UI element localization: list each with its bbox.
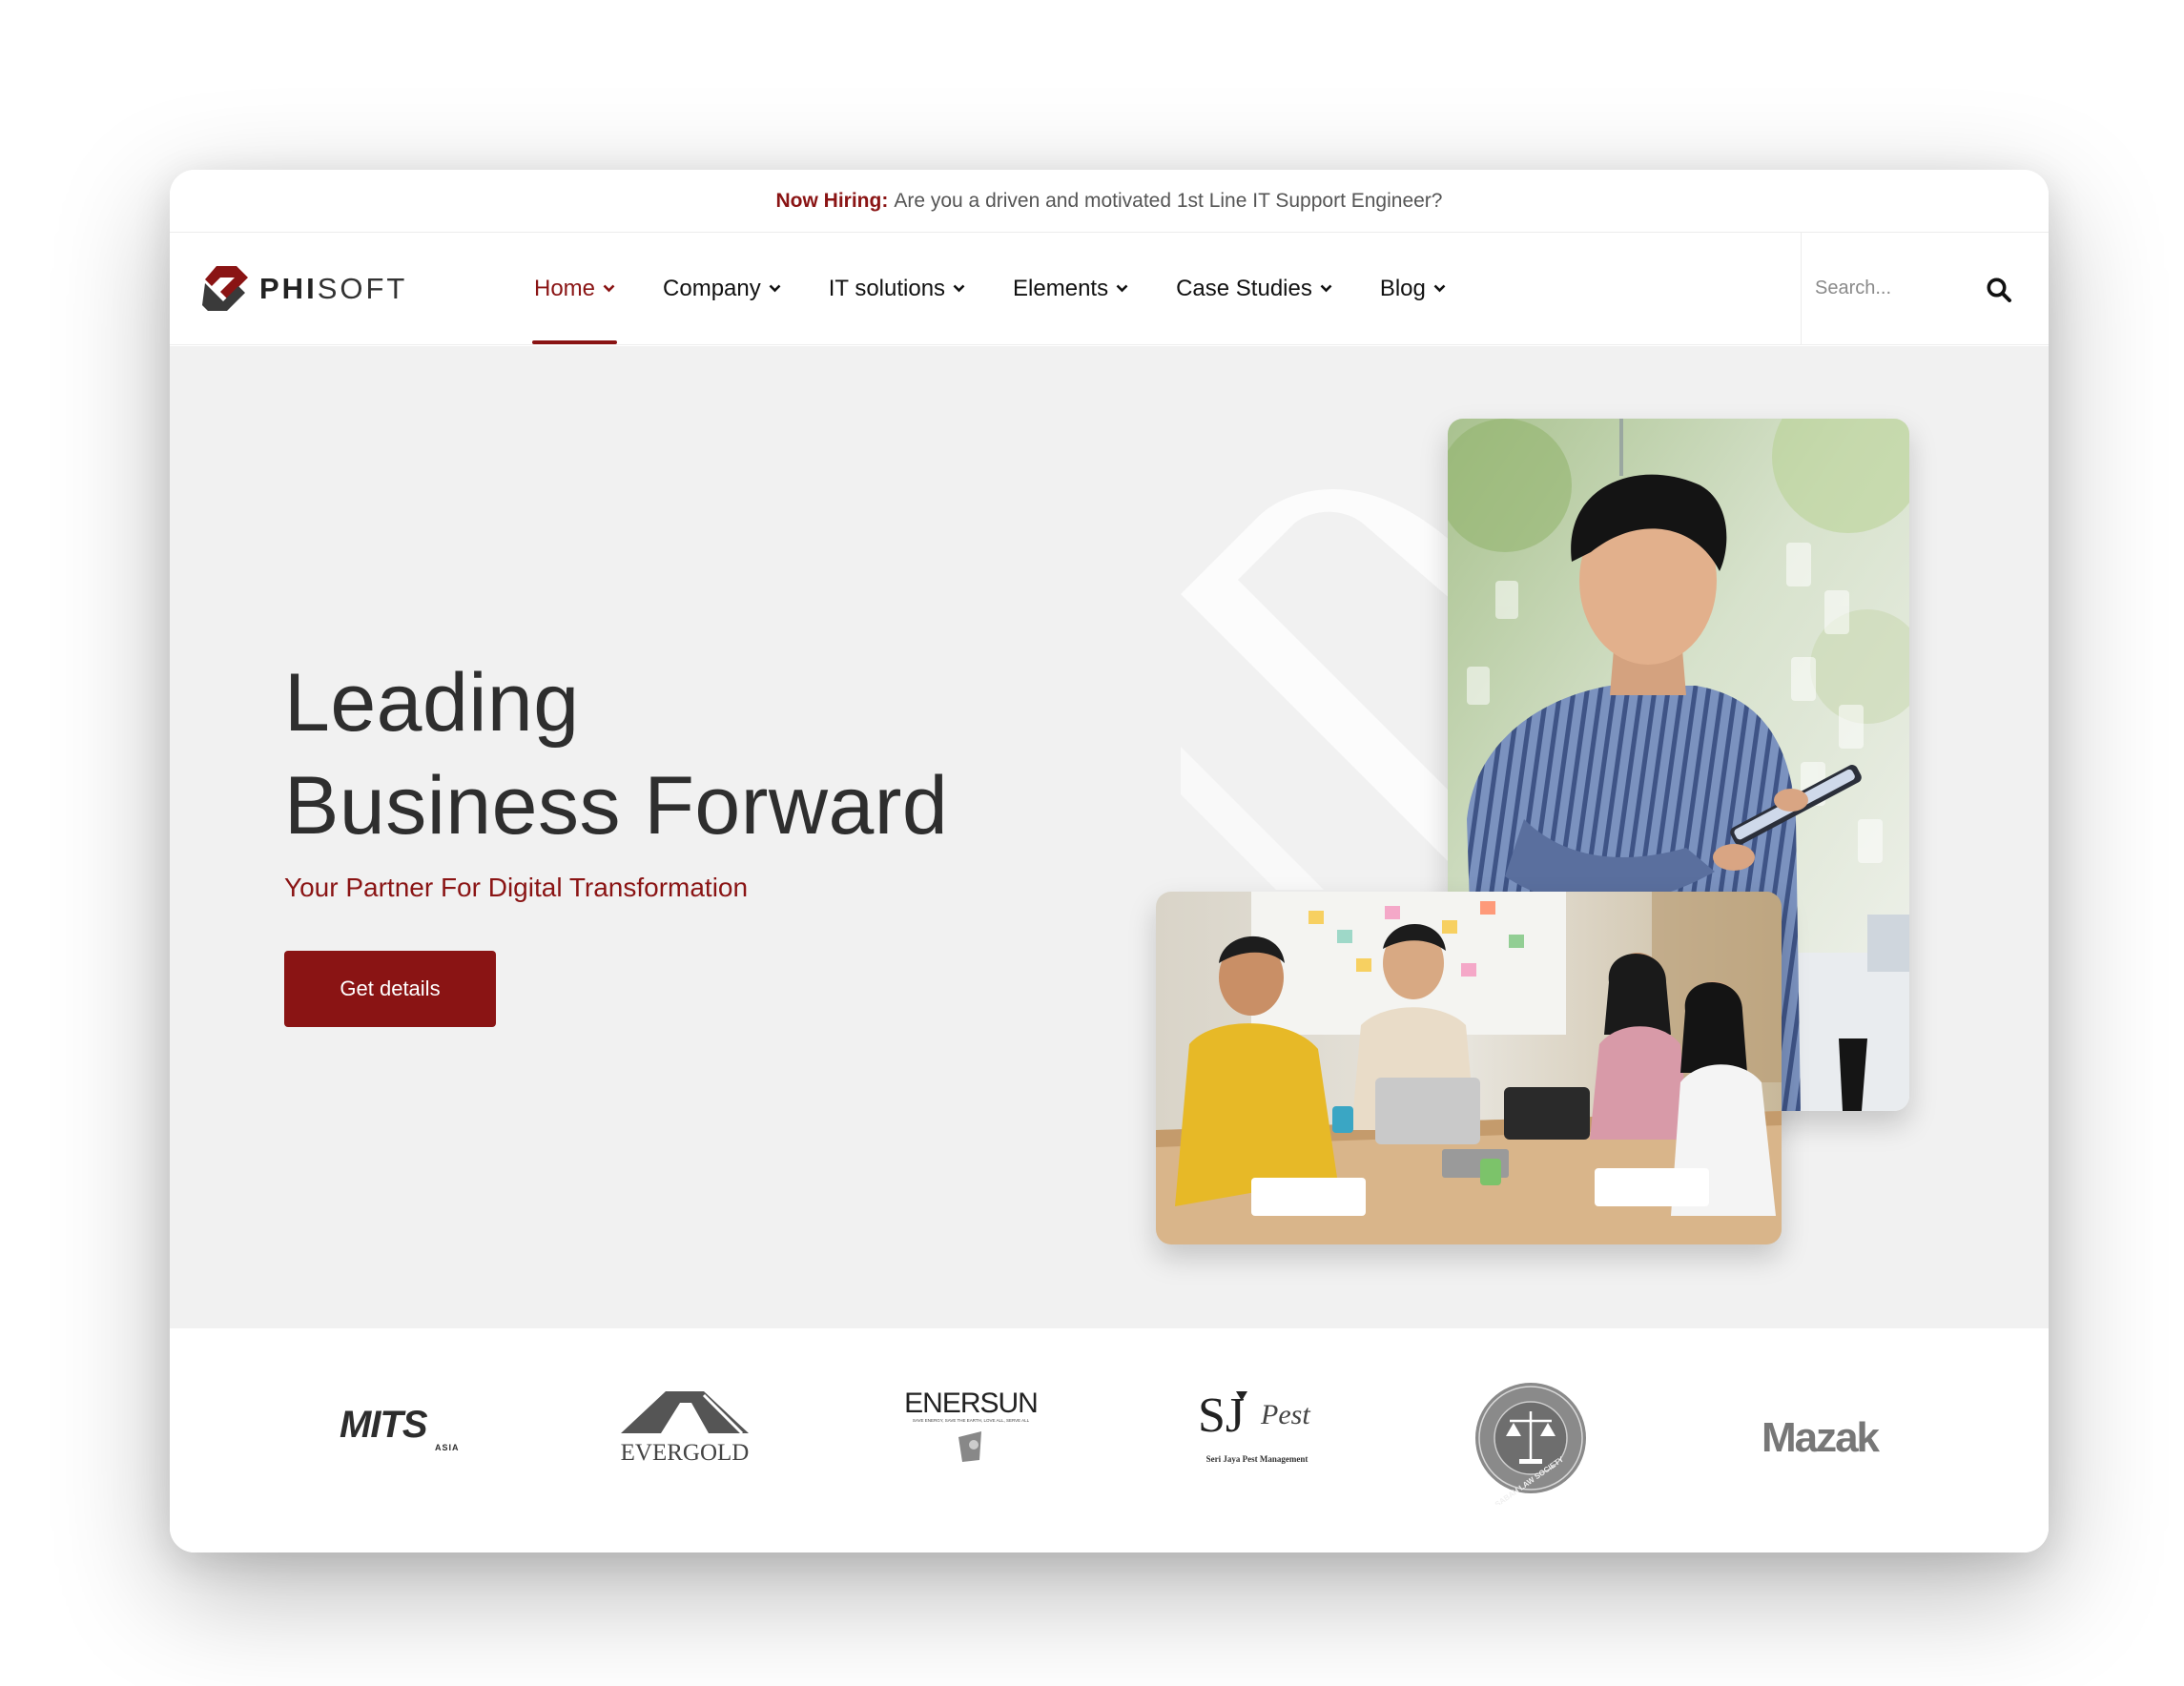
nav-it-solutions[interactable]: IT solutions xyxy=(829,233,965,344)
client-logo-mazak: Mazak xyxy=(1739,1409,1901,1467)
browser-page: Now Hiring: Are you a driven and motivat… xyxy=(170,170,2049,1552)
primary-menu: Home Company IT solutions Elements Case … xyxy=(531,233,1494,344)
client-logo-evergold: EVERGOLD xyxy=(613,1386,756,1466)
search-input[interactable] xyxy=(1815,278,1977,299)
svg-text:MITS: MITS xyxy=(340,1404,428,1446)
search-icon[interactable] xyxy=(1986,277,2012,303)
nav-home[interactable]: Home xyxy=(531,233,618,344)
chevron-down-icon xyxy=(603,284,615,293)
chevron-down-icon xyxy=(953,284,965,293)
hiring-lead: Now Hiring: xyxy=(775,189,889,212)
svg-text:Pest: Pest xyxy=(1260,1399,1310,1430)
phisoft-logo-icon xyxy=(202,265,248,311)
chevron-down-icon xyxy=(769,284,781,293)
nav-elements[interactable]: Elements xyxy=(1013,233,1128,344)
site-logo[interactable]: PHISOFT xyxy=(200,262,505,316)
nav-elements-label: Elements xyxy=(1013,275,1109,301)
svg-text:EVERGOLD: EVERGOLD xyxy=(621,1440,750,1466)
search-box xyxy=(1801,233,2049,344)
nav-home-label: Home xyxy=(534,275,596,301)
hero-title-line2: Business Forward xyxy=(284,760,949,852)
nav-company-label: Company xyxy=(663,275,761,301)
client-logo-mits: MITS ASIA xyxy=(332,1395,475,1462)
hero-title: Leading Business Forward xyxy=(284,651,948,857)
nav-case-studies[interactable]: Case Studies xyxy=(1176,233,1332,344)
nav-company[interactable]: Company xyxy=(663,233,781,344)
chevron-down-icon xyxy=(1116,284,1128,293)
hiring-message: Are you a driven and motivated 1st Line … xyxy=(894,189,1443,212)
client-logo-sj-pest: SJ Pest Seri Jaya Pest Management xyxy=(1181,1386,1333,1471)
chevron-down-icon xyxy=(1433,284,1446,293)
svg-text:SAVE ENERGY, SAVE THE EARTH, L: SAVE ENERGY, SAVE THE EARTH, LOVE ALL, S… xyxy=(913,1418,1030,1423)
nav-it-solutions-label: IT solutions xyxy=(828,275,946,301)
hero-title-line1: Leading xyxy=(284,657,580,749)
svg-text:ASIA: ASIA xyxy=(435,1443,460,1452)
svg-text:SJ: SJ xyxy=(1198,1388,1245,1443)
svg-text:Mazak: Mazak xyxy=(1762,1414,1881,1461)
get-details-button[interactable]: Get details xyxy=(284,951,496,1027)
hero-subtitle: Your Partner For Digital Transformation xyxy=(284,873,749,902)
chevron-down-icon xyxy=(1320,284,1332,293)
svg-text:ENERSUN: ENERSUN xyxy=(904,1388,1038,1419)
nav-blog-label: Blog xyxy=(1379,275,1426,301)
client-logos-strip: MITS ASIA EVERGOLD ENERSUN SAVE ENERGY, … xyxy=(170,1328,2049,1552)
client-logo-sabah-law-society: SABAH LAW SOCIETY xyxy=(1472,1371,1591,1505)
nav-case-studies-label: Case Studies xyxy=(1176,275,1312,301)
team-meeting-photo xyxy=(1156,892,1782,1244)
hero-section: Leading Business Forward Your Partner Fo… xyxy=(170,346,2049,1328)
client-logo-enersun: ENERSUN SAVE ENERGY, SAVE THE EARTH, LOV… xyxy=(899,1384,1042,1470)
nav-blog[interactable]: Blog xyxy=(1380,233,1446,344)
hiring-announcement-bar[interactable]: Now Hiring: Are you a driven and motivat… xyxy=(170,170,2049,233)
svg-text:Seri Jaya Pest Management: Seri Jaya Pest Management xyxy=(1206,1454,1308,1464)
main-navbar: PHISOFT Home Company IT solutions Elemen… xyxy=(170,233,2049,345)
logo-text: PHISOFT xyxy=(259,271,408,305)
